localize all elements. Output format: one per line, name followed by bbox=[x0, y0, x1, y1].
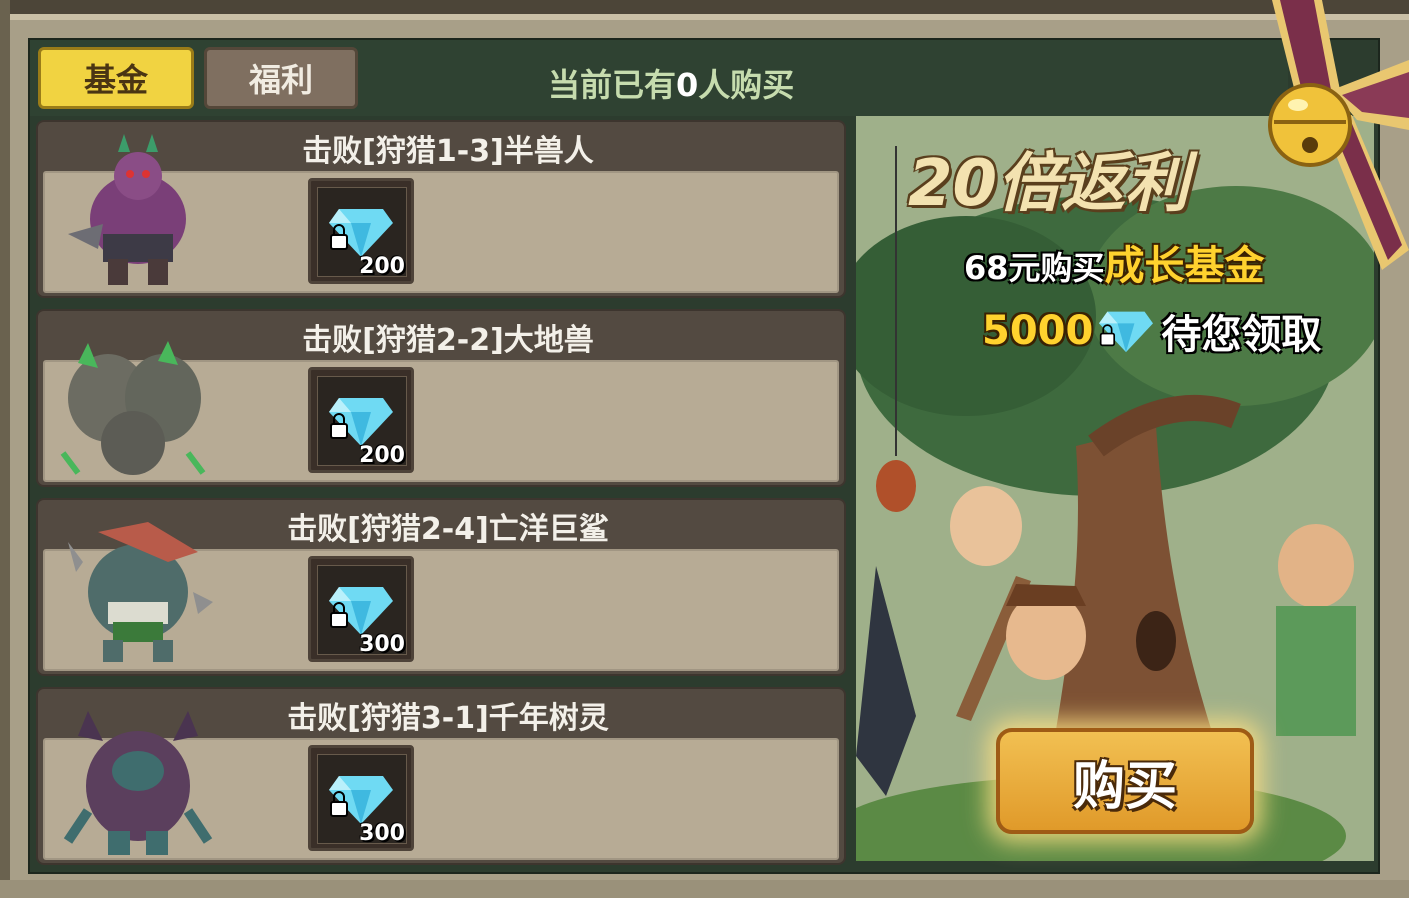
frame-left-bar bbox=[0, 0, 10, 898]
reward-slot[interactable]: 200 bbox=[308, 367, 414, 473]
buy-button[interactable]: 购买 bbox=[996, 728, 1254, 834]
buyer-count-number: 0 bbox=[676, 66, 699, 104]
earth-beast-monster-icon bbox=[60, 341, 206, 475]
reward-slot[interactable]: 300 bbox=[308, 556, 414, 662]
promo-price-text: 68元购买 bbox=[964, 249, 1105, 287]
buyer-count-suffix: 人购买 bbox=[698, 66, 795, 104]
milestone-card: 击败[狩猎1-3]半兽人 200 bbox=[36, 120, 846, 298]
tab-fund[interactable]: 基金 bbox=[38, 47, 194, 109]
tab-welfare[interactable]: 福利 bbox=[204, 47, 358, 109]
milestone-card: 击败[狩猎2-2]大地兽 200 bbox=[36, 309, 846, 487]
milestone-card: 击败[狩猎2-4]亡洋巨鲨 300 bbox=[36, 498, 846, 676]
promo-diamond-line: 5000 待您领取 bbox=[982, 302, 1321, 360]
reward-amount: 300 bbox=[359, 821, 405, 846]
locked-diamond-icon bbox=[329, 776, 393, 824]
promo-price-line: 68元购买成长基金 bbox=[964, 233, 1265, 291]
promo-fund-name: 成长基金 bbox=[1104, 243, 1265, 289]
buyer-count-text: 当前已有0人购买 bbox=[548, 60, 794, 106]
frame-top-trim bbox=[0, 14, 1409, 20]
locked-diamond-icon bbox=[329, 398, 393, 446]
reward-amount: 300 bbox=[359, 632, 405, 657]
reward-amount: 200 bbox=[359, 254, 405, 279]
bell-ribbon-icon bbox=[1268, 0, 1409, 270]
locked-diamond-icon bbox=[329, 587, 393, 635]
reward-slot[interactable]: 200 bbox=[308, 178, 414, 284]
shark-monster-icon bbox=[68, 522, 213, 662]
locked-diamond-icon bbox=[1099, 311, 1154, 353]
reward-slot[interactable]: 300 bbox=[308, 745, 414, 851]
frame-bottom-bar bbox=[0, 880, 1409, 898]
promo-diamond-amount: 5000 bbox=[982, 308, 1094, 354]
locked-diamond-icon bbox=[329, 209, 393, 257]
reward-amount: 200 bbox=[359, 443, 405, 468]
buyer-count-prefix: 当前已有 bbox=[548, 66, 677, 104]
tree-spirit-monster-icon bbox=[63, 711, 213, 855]
promo-claim-text: 待您领取 bbox=[1161, 312, 1322, 358]
promo-headline: 20倍返利 bbox=[908, 147, 1190, 221]
milestone-card: 击败[狩猎3-1]千年树灵 300 bbox=[36, 687, 846, 865]
orc-monster-icon bbox=[68, 134, 186, 285]
